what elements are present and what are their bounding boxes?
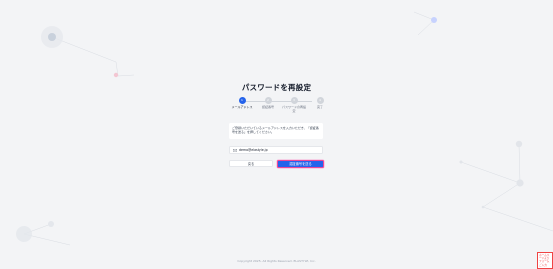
step-number-circle: 2 bbox=[264, 97, 272, 104]
step-label: 認証番号 bbox=[261, 105, 274, 109]
email-input[interactable] bbox=[239, 148, 319, 152]
copyright-footer: Copyright 2025. All Rights Reserved. ELA… bbox=[237, 259, 316, 263]
step-number-circle: 4 bbox=[316, 97, 324, 104]
step-label: メールアドレス bbox=[231, 105, 253, 109]
step-password-reset: 3 パスワードの再設定 bbox=[282, 97, 306, 113]
mail-icon bbox=[233, 148, 237, 152]
email-field[interactable] bbox=[229, 146, 323, 154]
step-complete: 4 完了 bbox=[308, 97, 332, 110]
step-number-circle: 3 bbox=[290, 97, 298, 104]
password-reset-page: パスワードを再設定 1 メールアドレス 2 認証番号 3 パスワードの再設定 4… bbox=[0, 0, 553, 269]
progress-stepper: 1 メールアドレス 2 認証番号 3 パスワードの再設定 4 完了 bbox=[229, 97, 325, 119]
back-button[interactable]: 戻る bbox=[229, 160, 273, 167]
send-code-button[interactable]: 認証番号を送る bbox=[277, 159, 324, 168]
corner-notice[interactable]: ホームページより フォーム ご入力 bbox=[537, 252, 553, 269]
step-email: 1 メールアドレス bbox=[230, 97, 254, 110]
step-label: 完了 bbox=[316, 105, 323, 109]
step-label: パスワードの再設定 bbox=[282, 105, 307, 113]
page-title: パスワードを再設定 bbox=[241, 83, 312, 92]
instruction-text: ご登録いただいているメールアドレスを入力いただき、「認証番号を送る」を押してくだ… bbox=[229, 123, 323, 139]
step-number-circle: 1 bbox=[238, 97, 246, 104]
step-verification-code: 2 認証番号 bbox=[256, 97, 280, 110]
